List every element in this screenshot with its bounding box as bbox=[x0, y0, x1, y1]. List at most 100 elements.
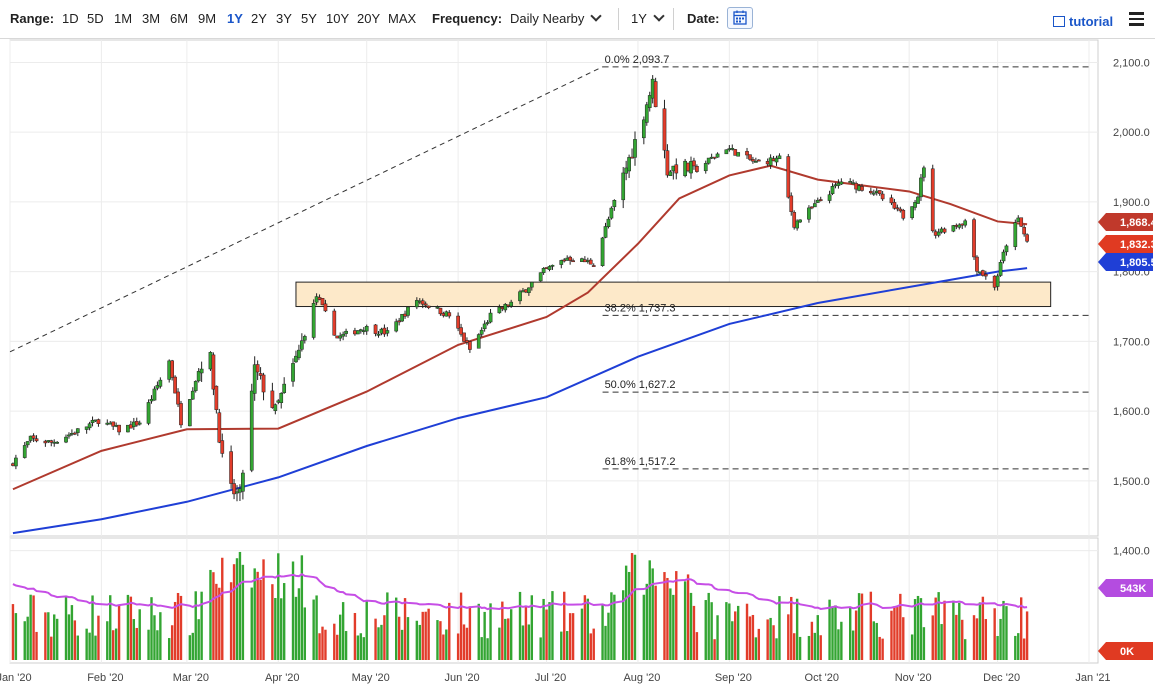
candle-body bbox=[868, 190, 873, 194]
candle-body bbox=[612, 200, 617, 208]
volume-bar bbox=[377, 627, 380, 660]
volume-average-tag: 543K bbox=[1098, 579, 1153, 597]
volume-bar bbox=[563, 591, 566, 660]
volume-bar bbox=[94, 635, 97, 660]
candle-body bbox=[173, 376, 177, 394]
candle-body bbox=[942, 228, 947, 233]
volume-bar bbox=[872, 621, 875, 660]
volume-bar bbox=[109, 595, 112, 660]
candle-body bbox=[456, 315, 460, 329]
volume-bar bbox=[993, 608, 996, 660]
volume-bar bbox=[849, 606, 852, 660]
volume-bar bbox=[424, 611, 427, 660]
price-chart[interactable]: 0.0% 2,093.7 38.2% 1,737.3 50.0% 1,627.2 61… bbox=[0, 0, 1155, 695]
volume-bar bbox=[666, 577, 669, 660]
candle-body bbox=[756, 159, 761, 162]
volume-bar bbox=[592, 628, 595, 660]
volume-bar bbox=[501, 601, 504, 660]
candle-body bbox=[117, 424, 121, 433]
x-tick-label: Oct '20 bbox=[805, 672, 840, 684]
candle-body bbox=[87, 423, 92, 429]
candle-body bbox=[529, 281, 534, 288]
volume-bar bbox=[984, 619, 988, 660]
candle-body bbox=[394, 321, 399, 332]
volume-bar bbox=[465, 627, 469, 660]
fib-level-label: 0.0% 2,093.7 bbox=[605, 54, 670, 66]
y-tick-label: 2,100.0 bbox=[1113, 57, 1150, 69]
price-tag-text: 1,868.4 bbox=[1120, 217, 1155, 229]
price-tag: 1,868.4 bbox=[1098, 213, 1155, 231]
candle-body bbox=[64, 436, 68, 443]
volume-bar bbox=[333, 623, 336, 660]
candle-body bbox=[748, 154, 752, 160]
volume-bar bbox=[958, 602, 961, 660]
volume-bar bbox=[26, 616, 29, 660]
volume-bar bbox=[44, 612, 47, 660]
volume-bar bbox=[831, 606, 834, 660]
volume-bar bbox=[645, 583, 648, 660]
volume-bar bbox=[896, 605, 899, 660]
volume-bar bbox=[229, 582, 233, 660]
volume-bar bbox=[365, 600, 368, 660]
y-tick-label: 1,500.0 bbox=[1113, 476, 1150, 488]
candle-body bbox=[249, 390, 254, 471]
candle-body bbox=[1001, 251, 1006, 262]
volume-bar bbox=[321, 626, 324, 660]
volume-bar bbox=[336, 634, 339, 660]
candle-body bbox=[255, 364, 260, 373]
volume-bar bbox=[1017, 633, 1020, 660]
volume-bar bbox=[47, 612, 50, 660]
volume-bar bbox=[400, 629, 404, 660]
candle-body bbox=[476, 334, 481, 349]
volume-bar bbox=[913, 599, 917, 660]
candle-body bbox=[830, 186, 835, 194]
volume-bar bbox=[312, 599, 315, 660]
volume-bar bbox=[439, 621, 442, 660]
volume-bar bbox=[524, 607, 528, 660]
candle-body bbox=[588, 259, 593, 265]
candle-body bbox=[818, 199, 823, 201]
volume-bar bbox=[315, 595, 318, 660]
x-tick-label: Jan '20 bbox=[0, 672, 32, 684]
volume-bar bbox=[489, 603, 492, 660]
candle-body bbox=[137, 422, 142, 425]
volume-bar bbox=[854, 610, 858, 660]
volume-bar bbox=[14, 613, 18, 660]
volume-bar bbox=[604, 625, 607, 660]
candle-body bbox=[910, 206, 914, 219]
volume-bar bbox=[630, 553, 634, 660]
volume-bar bbox=[271, 584, 274, 660]
volume-bar bbox=[406, 617, 410, 660]
candle-body bbox=[373, 324, 378, 334]
volume-bar bbox=[35, 631, 38, 660]
volume-bar bbox=[341, 602, 345, 660]
volume-bar bbox=[683, 581, 687, 660]
candle-body bbox=[199, 368, 204, 374]
candle-body bbox=[916, 196, 920, 204]
candle-body bbox=[341, 333, 345, 337]
volume-bar bbox=[194, 591, 197, 660]
volume-bar bbox=[840, 621, 843, 660]
candle-body bbox=[871, 192, 876, 195]
volume-bar bbox=[29, 594, 32, 660]
volume-bar bbox=[23, 621, 26, 660]
fib-level-label: 50.0% 1,627.2 bbox=[605, 379, 676, 391]
volume-bar bbox=[138, 609, 141, 660]
volume-bar bbox=[188, 635, 192, 660]
candle-body bbox=[653, 81, 658, 108]
volume-bar bbox=[64, 595, 68, 660]
volume-bar bbox=[191, 632, 194, 660]
volume-bar bbox=[748, 616, 752, 660]
volume-bar bbox=[262, 559, 265, 660]
candle-body bbox=[998, 262, 1003, 276]
candle-body bbox=[332, 310, 337, 336]
volume-bar bbox=[486, 638, 489, 660]
volume-bar bbox=[772, 625, 775, 660]
candle-body bbox=[603, 226, 608, 238]
volume-bar bbox=[725, 602, 728, 660]
volume-bar bbox=[507, 618, 510, 660]
volume-bar bbox=[751, 614, 755, 660]
candle-body bbox=[1013, 222, 1018, 247]
y-tick-label: 1,400.0 bbox=[1113, 546, 1150, 558]
volume-bar bbox=[754, 637, 758, 660]
